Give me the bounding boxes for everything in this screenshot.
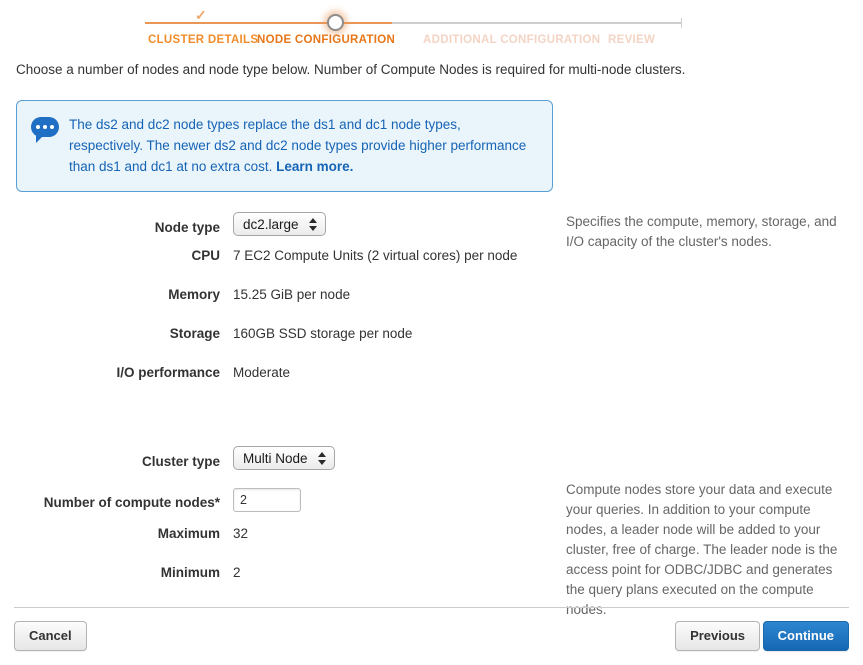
label-storage: Storage <box>169 326 220 341</box>
label-minimum: Minimum <box>160 565 220 580</box>
step-complete-check-icon: ✓ <box>195 7 207 23</box>
node-configuration-form: Node type dc2.large CPU 7 EC2 Compute Un… <box>0 212 863 617</box>
stepper-labels: CLUSTER DETAILS NODE CONFIGURATION ADDIT… <box>0 34 863 50</box>
value-memory: 15.25 GiB per node <box>233 287 351 302</box>
label-node-type: Node type <box>154 220 220 235</box>
chevron-updown-icon <box>317 451 327 467</box>
value-minimum: 2 <box>233 565 241 580</box>
help-text-compute-nodes: Compute nodes store your data and execut… <box>566 482 838 617</box>
previous-button[interactable]: Previous <box>675 621 760 651</box>
step-additional-configuration[interactable]: ADDITIONAL CONFIGURATION <box>423 34 600 46</box>
field-compute-nodes <box>233 488 548 512</box>
stepper-track-end-cap <box>681 18 682 28</box>
field-cluster-type: Multi Node <box>233 446 548 470</box>
row-cpu: CPU 7 EC2 Compute Units (2 virtual cores… <box>0 248 863 287</box>
info-callout: The ds2 and dc2 node types replace the d… <box>16 100 553 192</box>
continue-button[interactable]: Continue <box>762 621 849 651</box>
info-callout-text: The ds2 and dc2 node types replace the d… <box>69 114 538 177</box>
stepper-progress-fill <box>145 22 393 24</box>
step-cluster-details[interactable]: CLUSTER DETAILS <box>148 34 258 46</box>
value-storage: 160GB SSD storage per node <box>233 326 413 341</box>
value-cpu: 7 EC2 Compute Units (2 virtual cores) pe… <box>233 248 518 263</box>
row-io-performance: I/O performance Moderate <box>0 365 863 404</box>
cancel-button[interactable]: Cancel <box>14 621 87 651</box>
help-text-node-type: Specifies the compute, memory, storage, … <box>566 214 837 249</box>
learn-more-link[interactable]: Learn more. <box>276 159 353 174</box>
compute-nodes-input[interactable] <box>233 488 301 512</box>
label-io-performance: I/O performance <box>116 365 220 380</box>
field-node-type: dc2.large <box>233 212 548 236</box>
cluster-type-select-value: Multi Node <box>243 451 308 466</box>
row-cluster-type: Cluster type Multi Node <box>0 446 863 482</box>
label-memory: Memory <box>168 287 220 302</box>
label-cluster-type: Cluster type <box>141 454 220 469</box>
page-intro-text: Choose a number of nodes and node type b… <box>16 62 686 77</box>
label-cpu: CPU <box>191 248 220 263</box>
value-maximum: 32 <box>233 526 249 541</box>
node-type-select[interactable]: dc2.large <box>233 212 326 236</box>
wizard-stepper: ✓ CLUSTER DETAILS NODE CONFIGURATION ADD… <box>0 0 863 52</box>
stepper-track <box>145 18 682 28</box>
value-io-performance: Moderate <box>233 365 291 380</box>
row-storage: Storage 160GB SSD storage per node <box>0 326 863 365</box>
node-type-select-value: dc2.large <box>243 217 299 232</box>
label-maximum: Maximum <box>157 526 220 541</box>
cluster-type-select[interactable]: Multi Node <box>233 446 335 470</box>
step-review[interactable]: REVIEW <box>608 34 655 46</box>
label-compute-nodes: Number of compute nodes* <box>43 495 220 510</box>
wizard-footer: Cancel Previous Continue <box>14 607 849 665</box>
stepper-current-knob <box>327 14 344 31</box>
chevron-updown-icon <box>308 217 318 233</box>
speech-bubble-icon <box>31 117 59 143</box>
row-memory: Memory 15.25 GiB per node <box>0 287 863 326</box>
step-node-configuration[interactable]: NODE CONFIGURATION <box>257 34 395 46</box>
